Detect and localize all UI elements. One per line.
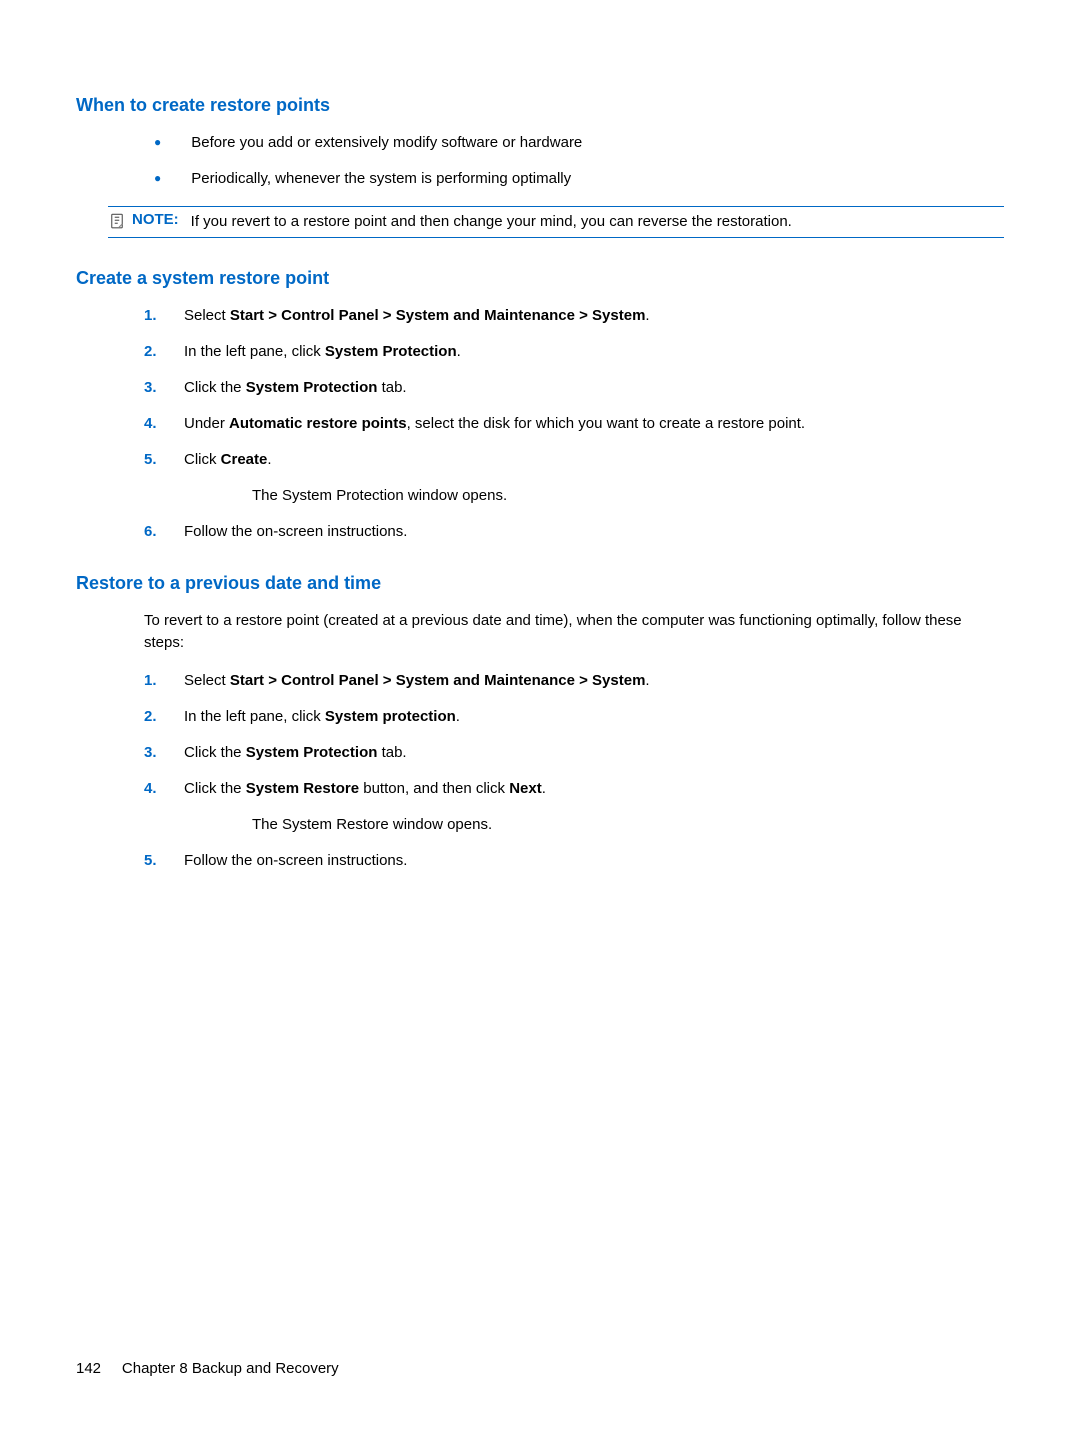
- list-item: 4.Under Automatic restore points, select…: [144, 413, 1004, 435]
- list-number: 3.: [144, 377, 184, 399]
- text: Click the: [184, 780, 246, 797]
- text: Click: [184, 451, 221, 468]
- text: .: [645, 672, 649, 689]
- list-number: 1.: [144, 305, 184, 327]
- bold-text: Start > Control Panel > System and Maint…: [230, 672, 646, 689]
- heading-when-to-create: When to create restore points: [76, 95, 1004, 116]
- text: Select: [184, 307, 230, 324]
- list-item: 1.Select Start > Control Panel > System …: [144, 670, 1004, 692]
- text: .: [542, 780, 546, 797]
- bold-text: Next: [509, 780, 542, 797]
- text: button, and then click: [359, 780, 509, 797]
- section-restore-previous: Restore to a previous date and time To r…: [76, 573, 1004, 872]
- list-content: In the left pane, click System Protectio…: [184, 341, 1004, 363]
- text: Click the: [184, 379, 246, 396]
- list-number: 4.: [144, 413, 184, 435]
- list-number: 5.: [144, 850, 184, 872]
- list-content: Click Create.: [184, 449, 1004, 471]
- text: In the left pane, click: [184, 708, 325, 725]
- list-content: In the left pane, click System protectio…: [184, 706, 1004, 728]
- bullet-text: Periodically, whenever the system is per…: [191, 168, 571, 190]
- list-item: 5.Follow the on-screen instructions.: [144, 850, 1004, 872]
- heading-restore-previous: Restore to a previous date and time: [76, 573, 1004, 594]
- list-number: 1.: [144, 670, 184, 692]
- note-text: If you revert to a restore point and the…: [191, 211, 792, 233]
- list-content: Select Start > Control Panel > System an…: [184, 305, 1004, 327]
- text: Under: [184, 415, 229, 432]
- list-number: 2.: [144, 341, 184, 363]
- bullet-item: ● Periodically, whenever the system is p…: [154, 168, 1004, 190]
- note-label: NOTE:: [132, 211, 179, 228]
- text: , select the disk for which you want to …: [407, 415, 806, 432]
- note-icon: [108, 212, 126, 230]
- list-content: Under Automatic restore points, select t…: [184, 413, 1004, 435]
- list-content: Follow the on-screen instructions.: [184, 850, 1004, 872]
- list-content: Click the System Protection tab.: [184, 377, 1004, 399]
- bullet-icon: ●: [154, 132, 161, 152]
- page-number: 142: [76, 1360, 101, 1377]
- list-item: 3.Click the System Protection tab.: [144, 742, 1004, 764]
- list-number: 2.: [144, 706, 184, 728]
- bullet-item: ● Before you add or extensively modify s…: [154, 132, 1004, 154]
- page-footer: 142 Chapter 8 Backup and Recovery: [76, 1360, 339, 1377]
- text: Click the: [184, 744, 246, 761]
- list-content: Select Start > Control Panel > System an…: [184, 670, 1004, 692]
- list-item: 5.Click Create.: [144, 449, 1004, 471]
- sub-paragraph: The System Protection window opens.: [252, 485, 1004, 507]
- bold-text: System Protection: [246, 744, 378, 761]
- intro-paragraph: To revert to a restore point (created at…: [144, 610, 1004, 654]
- section-when-to-create: When to create restore points ● Before y…: [76, 95, 1004, 238]
- bold-text: Start > Control Panel > System and Maint…: [230, 307, 646, 324]
- list-content: Follow the on-screen instructions.: [184, 521, 1004, 543]
- list-content: Click the System Protection tab.: [184, 742, 1004, 764]
- sub-paragraph: The System Restore window opens.: [252, 814, 1004, 836]
- bold-text: System Protection: [246, 379, 378, 396]
- bullet-list: ● Before you add or extensively modify s…: [154, 132, 1004, 190]
- list-item: 6.Follow the on-screen instructions.: [144, 521, 1004, 543]
- bold-text: System Restore: [246, 780, 359, 797]
- numbered-list-restore: 1.Select Start > Control Panel > System …: [144, 670, 1004, 872]
- footer-spacer: [105, 1360, 118, 1377]
- bold-text: Automatic restore points: [229, 415, 407, 432]
- list-number: 6.: [144, 521, 184, 543]
- heading-create-restore-point: Create a system restore point: [76, 268, 1004, 289]
- text: tab.: [377, 744, 406, 761]
- numbered-list-create: 1.Select Start > Control Panel > System …: [144, 305, 1004, 543]
- text: .: [456, 708, 460, 725]
- list-content: Click the System Restore button, and the…: [184, 778, 1004, 800]
- bold-text: System protection: [325, 708, 456, 725]
- text: Follow the on-screen instructions.: [184, 523, 407, 540]
- section-create-restore-point: Create a system restore point 1.Select S…: [76, 268, 1004, 543]
- list-number: 4.: [144, 778, 184, 800]
- bold-text: Create: [221, 451, 268, 468]
- bullet-text: Before you add or extensively modify sof…: [191, 132, 582, 154]
- list-item: 4.Click the System Restore button, and t…: [144, 778, 1004, 800]
- text: .: [645, 307, 649, 324]
- text: In the left pane, click: [184, 343, 325, 360]
- bullet-icon: ●: [154, 168, 161, 188]
- text: .: [267, 451, 271, 468]
- text: Follow the on-screen instructions.: [184, 852, 407, 869]
- list-number: 5.: [144, 449, 184, 471]
- list-number: 3.: [144, 742, 184, 764]
- bold-text: System Protection: [325, 343, 457, 360]
- note-box: NOTE: If you revert to a restore point a…: [108, 206, 1004, 238]
- list-item: 3.Click the System Protection tab.: [144, 377, 1004, 399]
- text: Select: [184, 672, 230, 689]
- list-item: 2.In the left pane, click System protect…: [144, 706, 1004, 728]
- text: .: [457, 343, 461, 360]
- text: tab.: [377, 379, 406, 396]
- chapter-title: Chapter 8 Backup and Recovery: [122, 1360, 339, 1377]
- list-item: 1.Select Start > Control Panel > System …: [144, 305, 1004, 327]
- list-item: 2.In the left pane, click System Protect…: [144, 341, 1004, 363]
